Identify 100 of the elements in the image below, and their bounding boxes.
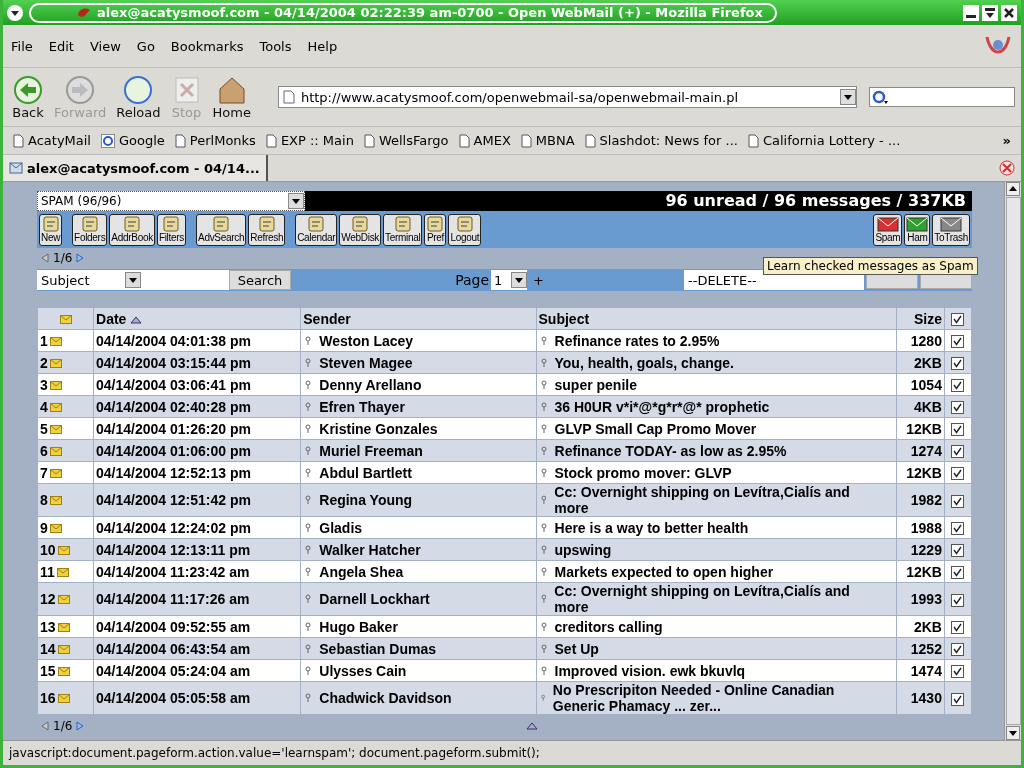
- subject-link[interactable]: Set Up: [554, 640, 599, 657]
- bookmark-link[interactable]: Slashdot: News for ...: [584, 133, 738, 148]
- close-icon[interactable]: [1001, 4, 1017, 21]
- toolbar-button[interactable]: Folders: [72, 214, 108, 246]
- page-select[interactable]: 1: [491, 270, 528, 290]
- toolbar-button[interactable]: Terminal: [383, 214, 423, 246]
- envelope-icon: [59, 314, 72, 324]
- nav-button[interactable]: Back: [9, 74, 47, 120]
- bookmark-link[interactable]: WellsFargo: [363, 133, 449, 148]
- size-cell: 2KB: [913, 618, 942, 635]
- row-checkbox[interactable]: [951, 467, 965, 481]
- date-cell: 04/14/2004 03:15:44 pm: [96, 354, 251, 371]
- bookmark-link[interactable]: MBNA: [520, 133, 575, 148]
- scroll-down-icon[interactable]: [1006, 726, 1020, 740]
- row-checkbox[interactable]: [951, 522, 965, 536]
- bookmark-link[interactable]: California Lottery - ...: [747, 133, 901, 148]
- bookmark-link[interactable]: AcatyMail: [13, 133, 91, 148]
- search-field[interactable]: [869, 87, 1015, 107]
- pin-icon: [540, 357, 547, 368]
- toolbar-button[interactable]: ToTrash: [932, 214, 970, 246]
- bookmark-link[interactable]: EXP :: Main: [265, 133, 354, 148]
- bookmark-link[interactable]: Google: [101, 133, 165, 148]
- row-checkbox[interactable]: [951, 692, 965, 706]
- toolbar-button[interactable]: New: [39, 214, 63, 246]
- browser-tab[interactable]: alex@acatysmoof.com - 04/14...: [3, 155, 268, 181]
- row-checkbox[interactable]: [951, 643, 965, 657]
- toolbar-button[interactable]: AddrBook: [109, 214, 155, 246]
- next-page-link[interactable]: +: [533, 272, 544, 288]
- folder-summary: 96 unread / 96 messages / 337KB: [305, 191, 972, 211]
- toolbar-button[interactable]: Filters: [156, 214, 186, 246]
- toolbar-button[interactable]: Calendar: [295, 214, 338, 246]
- subject-link[interactable]: super penile: [554, 376, 637, 393]
- menu-item[interactable]: Go: [136, 38, 155, 54]
- nav-button[interactable]: Home: [209, 74, 254, 120]
- pin-icon: [540, 445, 547, 456]
- row-number: 14: [40, 640, 56, 657]
- column-header[interactable]: Sender: [303, 310, 351, 327]
- scrollbar[interactable]: [1004, 182, 1021, 740]
- date-cell: 04/14/2004 12:51:42 pm: [96, 492, 251, 508]
- row-checkbox[interactable]: [951, 445, 965, 459]
- search-engine-icon[interactable]: [872, 89, 890, 105]
- scroll-up-icon[interactable]: [1006, 182, 1020, 196]
- toolbar-button[interactable]: Spam: [873, 214, 903, 246]
- row-checkbox[interactable]: [951, 357, 965, 371]
- row-checkbox[interactable]: [951, 335, 965, 349]
- search-button[interactable]: Search: [229, 270, 291, 290]
- column-header[interactable]: Date: [96, 310, 127, 327]
- date-cell: 04/14/2004 12:52:13 pm: [96, 464, 251, 481]
- toolbar-button[interactable]: WebDisk: [339, 214, 382, 246]
- note-icon: [307, 216, 326, 232]
- row-checkbox[interactable]: [951, 621, 965, 635]
- row-checkbox[interactable]: [951, 593, 965, 607]
- sender-link[interactable]: Regina Young: [319, 492, 413, 508]
- sort-ascending-icon[interactable]: [130, 315, 143, 324]
- toolbar-button[interactable]: Pref: [424, 214, 447, 246]
- menu-item[interactable]: View: [89, 38, 121, 54]
- row-checkbox[interactable]: [951, 566, 965, 580]
- close-tab-icon[interactable]: [999, 160, 1015, 176]
- bookmark-link[interactable]: AMEX: [458, 133, 511, 148]
- row-checkbox[interactable]: [951, 544, 965, 558]
- size-cell: 1229: [910, 541, 942, 558]
- menu-item[interactable]: Bookmarks: [170, 38, 244, 54]
- menu-item[interactable]: Help: [307, 38, 338, 54]
- toolbar-button[interactable]: Logout: [448, 214, 482, 246]
- size-cell: 12KB: [906, 464, 942, 481]
- scroll-top-icon[interactable]: [526, 722, 539, 730]
- envelope-icon: [49, 336, 62, 346]
- page-icon: [520, 133, 532, 148]
- toolbar-button[interactable]: AdvSearch: [196, 214, 247, 246]
- previous-page-icon[interactable]: [41, 253, 49, 263]
- pin-icon: [540, 665, 547, 676]
- note-icon: [123, 216, 142, 232]
- more-bookmarks-button[interactable]: »: [1002, 133, 1011, 148]
- toolbar-button[interactable]: Refresh: [248, 214, 286, 246]
- column-header[interactable]: Subject: [538, 310, 590, 327]
- window-menu-icon[interactable]: [7, 4, 23, 21]
- note-icon: [162, 216, 181, 232]
- row-checkbox[interactable]: [951, 379, 965, 393]
- envelope-icon: [57, 694, 70, 703]
- size-cell: 1252: [910, 640, 942, 657]
- select-all-checkbox[interactable]: [951, 313, 965, 327]
- row-checkbox[interactable]: [951, 423, 965, 437]
- previous-page-icon[interactable]: [41, 721, 49, 731]
- maximize-icon[interactable]: [982, 4, 998, 21]
- nav-button[interactable]: Reload: [113, 74, 164, 120]
- menu-item[interactable]: Edit: [48, 38, 74, 54]
- row-checkbox[interactable]: [951, 494, 965, 508]
- search-input[interactable]: [141, 270, 229, 290]
- row-checkbox[interactable]: [951, 665, 965, 679]
- address-field[interactable]: http://www.acatysmoof.com/openwebmail-sa/openwebmail-main.pl: [277, 86, 857, 108]
- search-field-select[interactable]: Subject: [37, 270, 141, 290]
- row-checkbox[interactable]: [951, 401, 965, 415]
- folder-select[interactable]: SPAM (96/96): [37, 191, 305, 211]
- toolbar-button[interactable]: Ham: [904, 214, 931, 246]
- bookmark-link[interactable]: PerlMonks: [174, 133, 256, 148]
- menu-item[interactable]: Tools: [259, 38, 292, 54]
- sender-link[interactable]: Gladis: [319, 519, 363, 536]
- menu-item[interactable]: File: [11, 38, 33, 54]
- subject-link[interactable]: upswing: [554, 541, 612, 558]
- minimize-icon[interactable]: [963, 4, 979, 21]
